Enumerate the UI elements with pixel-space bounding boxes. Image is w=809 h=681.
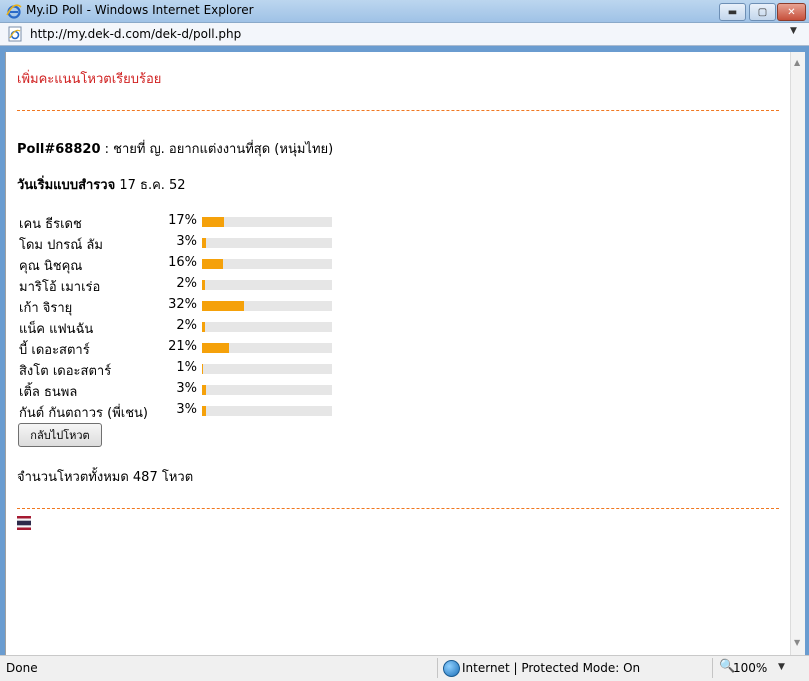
candidate-name: เก้า จิรายุ [19, 301, 73, 316]
poll-id: Poll#68820 [17, 142, 101, 157]
divider-bottom [17, 508, 779, 509]
zoom-dropdown-icon[interactable]: ▼ [778, 662, 785, 672]
result-percent: 2% [176, 276, 197, 291]
result-percent: 3% [176, 234, 197, 249]
result-percent: 16% [168, 255, 197, 270]
scroll-up-icon[interactable]: ▲ [794, 58, 800, 67]
status-separator [437, 658, 438, 678]
close-icon: ✕ [787, 6, 796, 18]
result-percent: 3% [176, 381, 197, 396]
result-bar [202, 217, 225, 227]
globe-icon [443, 660, 460, 677]
maximize-button[interactable]: ▢ [749, 3, 776, 21]
result-bar [202, 259, 223, 269]
poll-start-date: วันเริ่มแบบสำรวจ 17 ธ.ค. 52 [17, 174, 186, 195]
url-field[interactable]: http://my.dek-d.com/dek-d/poll.php [30, 27, 241, 41]
result-bar [202, 406, 206, 416]
thai-flag-icon [17, 516, 31, 530]
vertical-scrollbar[interactable]: ▲ ▼ [790, 52, 805, 655]
start-label: วันเริ่มแบบสำรวจ [17, 178, 116, 193]
close-button[interactable]: ✕ [777, 3, 806, 21]
result-percent: 32% [168, 297, 197, 312]
result-bar-track [202, 385, 332, 395]
result-percent: 21% [168, 339, 197, 354]
page-content: เพิ่มคะแนนโหวตเรียบร้อย Poll#68820 : ชาย… [5, 52, 791, 655]
poll-title: : ชายที่ ญ. อยากแต่งงานที่สุด (หนุ่มไทย) [100, 142, 334, 157]
candidate-name: มาริโอ้ เมาเร่อ [19, 280, 101, 295]
status-separator [712, 658, 713, 678]
result-bar [202, 280, 205, 290]
security-zone[interactable]: Internet | Protected Mode: On [462, 661, 640, 675]
address-dropdown-icon[interactable]: ▼ [790, 26, 797, 36]
result-bar [202, 364, 204, 374]
total-votes: จำนวนโหวตทั้งหมด 487 โหวต [17, 470, 194, 485]
status-bar: Done Internet | Protected Mode: On 🔍 100… [0, 655, 809, 681]
status-text: Done [6, 661, 38, 675]
candidate-name: เติ้ล ธนพล [19, 385, 78, 400]
vote-success-message: เพิ่มคะแนนโหวตเรียบร้อย [17, 72, 162, 87]
result-bar-track [202, 259, 332, 269]
result-percent: 1% [176, 360, 197, 375]
ie-logo-icon [6, 4, 22, 19]
candidate-name: กันต์ กันตถาวร (พี่เชน) [19, 406, 148, 421]
result-bar-track [202, 343, 332, 353]
zoom-level[interactable]: 100% [733, 661, 767, 675]
candidate-name: โดม ปกรณ์ ลัม [19, 238, 103, 253]
candidate-name: บี้ เดอะสตาร์ [19, 343, 90, 358]
minimize-button[interactable]: ▬ [719, 3, 746, 21]
result-bar-track [202, 280, 332, 290]
result-percent: 3% [176, 402, 197, 417]
result-bar [202, 301, 244, 311]
candidate-name: แน็ค แฟนฉัน [19, 322, 94, 337]
back-to-vote-button[interactable]: กลับไปโหวต [18, 423, 102, 447]
result-bar [202, 385, 206, 395]
result-bar-track [202, 406, 332, 416]
poll-heading: Poll#68820 : ชายที่ ญ. อยากแต่งงานที่สุด… [17, 138, 333, 159]
minimize-icon: ▬ [727, 6, 738, 18]
result-bar [202, 343, 230, 353]
result-bar-track [202, 301, 332, 311]
result-bar [202, 238, 206, 248]
candidate-name: เคน ธีรเดช [19, 217, 82, 232]
page-ie-icon [8, 26, 22, 42]
scroll-down-icon[interactable]: ▼ [794, 638, 800, 647]
result-percent: 17% [168, 213, 197, 228]
result-bar-track [202, 217, 332, 227]
result-bar-track [202, 322, 332, 332]
address-bar[interactable]: http://my.dek-d.com/dek-d/poll.php ▼ [0, 23, 809, 46]
divider-top [17, 110, 779, 111]
result-bar-track [202, 238, 332, 248]
candidate-name: สิงโต เดอะสตาร์ [19, 364, 112, 379]
result-bar-track [202, 364, 332, 374]
result-percent: 2% [176, 318, 197, 333]
maximize-icon: ▢ [757, 6, 768, 18]
result-bar [202, 322, 205, 332]
window-title: My.iD Poll - Windows Internet Explorer [26, 3, 254, 17]
start-date: 17 ธ.ค. 52 [115, 178, 186, 193]
candidate-name: คุณ นิชคุณ [19, 259, 83, 274]
title-bar: My.iD Poll - Windows Internet Explorer ▬… [0, 0, 809, 23]
